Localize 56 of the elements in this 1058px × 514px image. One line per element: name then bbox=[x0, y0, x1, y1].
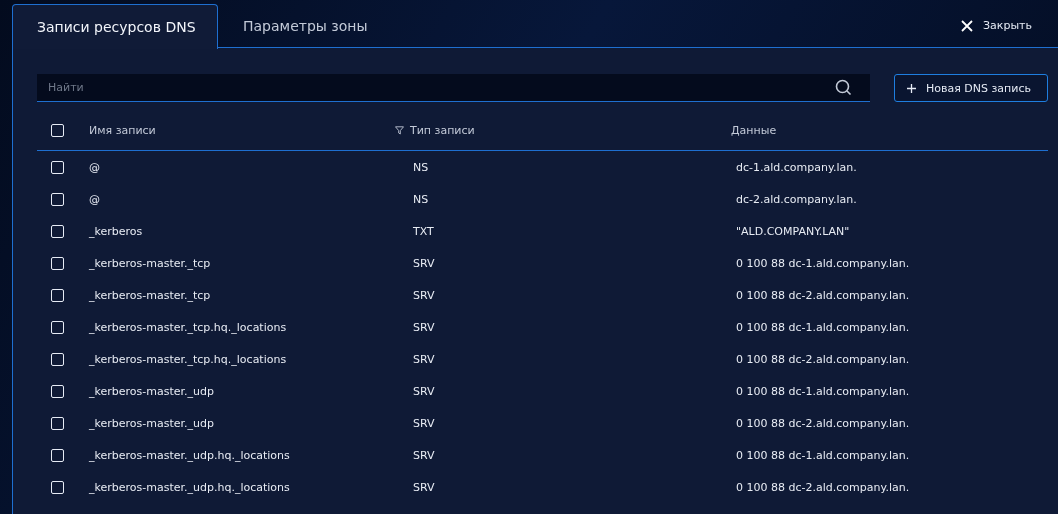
checkbox[interactable] bbox=[51, 416, 64, 430]
table-cell-text: 0 100 88 dc-1.ald.company.lan. bbox=[735, 384, 911, 398]
table-cell-text: _kerberos-master._tcp bbox=[89, 256, 212, 270]
checkbox[interactable] bbox=[51, 480, 64, 494]
table-cell-text: NS bbox=[412, 192, 430, 206]
table-cell-text: _kerberos-master._tcp.hq._locations bbox=[89, 320, 288, 334]
table-cell-text: _kerberos-master._udp bbox=[89, 416, 215, 430]
table-cell-text: SRV bbox=[412, 288, 436, 302]
checkbox[interactable] bbox=[51, 288, 64, 302]
table-cell-text: "ALD.COMPANY.LAN" bbox=[735, 224, 851, 238]
filter-icon[interactable] bbox=[395, 126, 404, 136]
table-cell-text: 0 100 88 dc-1.ald.company.lan. bbox=[735, 320, 911, 334]
checkbox[interactable] bbox=[51, 224, 64, 238]
column-header[interactable]: Данные bbox=[731, 124, 777, 138]
tab[interactable]: Записи ресурсов DNS bbox=[12, 4, 218, 49]
table-cell-text: 0 100 88 dc-2.ald.company.lan. bbox=[735, 288, 911, 302]
table-cell-text: SRV bbox=[412, 320, 436, 334]
checkbox[interactable] bbox=[51, 160, 64, 174]
table-cell-text: @ bbox=[89, 192, 101, 206]
column-header[interactable]: Имя записи bbox=[89, 124, 156, 138]
table-cell-text: 0 100 88 dc-2.ald.company.lan. bbox=[735, 480, 911, 494]
column-header[interactable]: Тип записи bbox=[410, 124, 475, 138]
table-cell-text: @ bbox=[89, 160, 101, 174]
table-cell-text: SRV bbox=[412, 384, 436, 398]
close-button[interactable]: Закрыть bbox=[955, 18, 1038, 33]
table-cell-text: SRV bbox=[412, 480, 436, 494]
table-cell-text: NS bbox=[412, 160, 430, 174]
table-cell-text: dc-1.ald.company.lan. bbox=[735, 160, 858, 174]
table-cell-text: _kerberos-master._udp.hq._locations bbox=[89, 480, 291, 494]
table-cell-text: SRV bbox=[412, 448, 436, 462]
table-cell-text: TXT bbox=[412, 224, 435, 238]
table-cell-text: _kerberos-master._udp.hq._locations bbox=[89, 448, 291, 462]
table-cell-text: _kerberos-master._tcp.hq._locations bbox=[89, 352, 288, 366]
search-icon bbox=[835, 79, 852, 96]
checkbox[interactable] bbox=[51, 192, 64, 206]
checkbox[interactable] bbox=[51, 256, 64, 270]
table-cell-text: _kerberos-master._udp bbox=[89, 384, 215, 398]
table-cell-text: _kerberos bbox=[89, 224, 144, 238]
close-icon bbox=[961, 19, 973, 32]
checkbox[interactable] bbox=[51, 384, 64, 398]
table-cell-text: 0 100 88 dc-2.ald.company.lan. bbox=[735, 416, 911, 430]
plus-icon bbox=[907, 83, 916, 93]
checkbox[interactable] bbox=[51, 124, 64, 138]
table-cell-text: dc-2.ald.company.lan. bbox=[735, 192, 858, 206]
table-cell-text: 0 100 88 dc-1.ald.company.lan. bbox=[735, 256, 911, 270]
table-cell-text: SRV bbox=[412, 416, 436, 430]
table-cell-text: SRV bbox=[412, 256, 436, 270]
table-cell-text: 0 100 88 dc-2.ald.company.lan. bbox=[735, 352, 911, 366]
search-field[interactable]: Найти bbox=[37, 74, 870, 102]
table-cell-text: SRV bbox=[412, 352, 436, 366]
checkbox[interactable] bbox=[51, 352, 64, 366]
checkbox[interactable] bbox=[51, 448, 64, 462]
table-cell-text: _kerberos-master._tcp bbox=[89, 288, 212, 302]
table-cell-text: 0 100 88 dc-1.ald.company.lan. bbox=[735, 448, 911, 462]
new-record-button[interactable]: Новая DNS запись bbox=[894, 74, 1048, 102]
checkbox[interactable] bbox=[51, 320, 64, 334]
